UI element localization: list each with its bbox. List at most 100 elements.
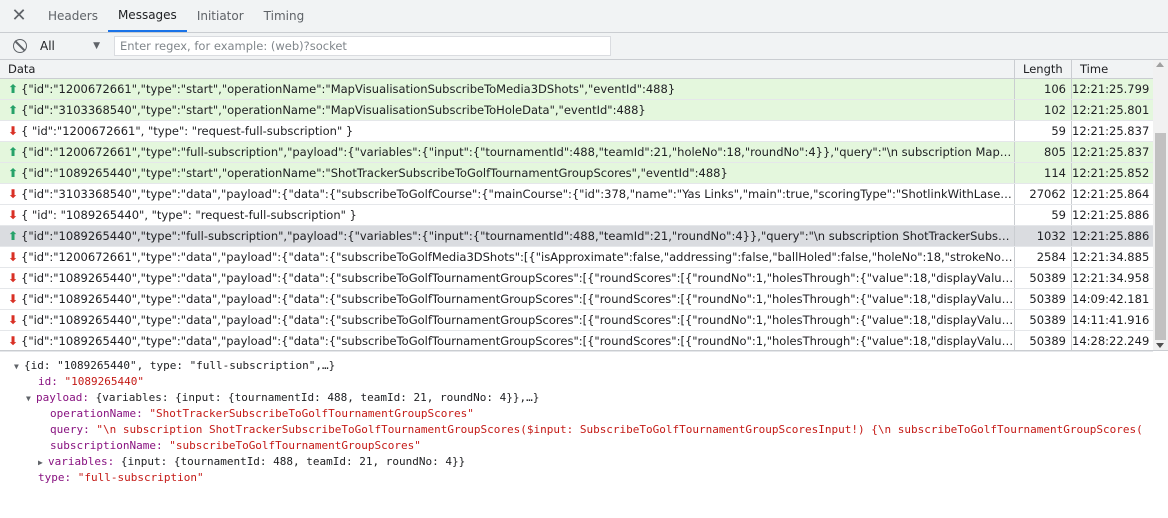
message-length-cell: 2584 [1015, 247, 1072, 267]
message-length-cell: 50389 [1015, 310, 1072, 330]
message-length-cell: 106 [1015, 79, 1072, 99]
collapsed-triangle-icon[interactable]: ▶ [38, 455, 48, 471]
table-row[interactable]: ⬇ {"id":"1089265440","type":"data","paylo… [0, 268, 1153, 289]
table-row[interactable]: ⬇{ "id":"1200672661", "type": "request-f… [0, 121, 1153, 142]
message-text: {"id":"1089265440","type":"data","payloa… [21, 271, 1014, 285]
message-length-cell: 102 [1015, 100, 1072, 120]
detail-query: query: "\n subscription ShotTrackerSubsc… [50, 422, 1168, 438]
subscription-key: subscriptionName: [50, 439, 163, 452]
table-row[interactable]: ⬆ {"id":"1200672661","type":"start","oper… [0, 79, 1153, 100]
messages-table: Data Length Time ⬆ {"id":"1200672661","ty… [0, 60, 1168, 352]
type-key: type: [38, 471, 72, 484]
received-arrow-icon: ⬇ [8, 124, 19, 138]
tab-headers[interactable]: Headers [38, 0, 108, 32]
filter-input[interactable] [114, 36, 611, 56]
variables-summary: {input: {tournamentId: 488, teamId: 21, … [120, 455, 466, 468]
message-time-cell: 14:11:41.916 [1072, 313, 1150, 327]
message-data-cell: ⬇ {"id":"1200672661","type":"data","paylo… [0, 247, 1015, 267]
message-data-cell: ⬇ {"id":"1089265440","type":"data","paylo… [0, 268, 1015, 288]
variables-key: variables: [48, 455, 115, 468]
expanded-triangle-icon[interactable]: ▼ [14, 359, 24, 375]
message-length-cell: 27062 [1015, 184, 1072, 204]
message-length-cell: 114 [1015, 163, 1072, 183]
table-row[interactable]: ⬆ {"id":"1200672661","type":"full-subscri… [0, 142, 1153, 163]
message-detail-pane: ▼ {id: "1089265440", type: "full-subscrip… [0, 352, 1168, 518]
column-header-length[interactable]: Length [1015, 60, 1072, 79]
message-text: {"id":"1200672661","type":"data","payloa… [21, 250, 1014, 264]
message-time-cell: 12:21:25.852 [1072, 166, 1150, 180]
received-arrow-icon: ⬇ [8, 334, 19, 348]
received-arrow-icon: ⬇ [8, 250, 19, 264]
id-key: id: [38, 375, 58, 388]
table-row[interactable]: ⬆ {"id":"1089265440","type":"full-subscri… [0, 226, 1153, 247]
tab-bar: ✕ Headers Messages Initiator Timing [0, 0, 1168, 33]
message-text: {"id":"3103368540","type":"data","payloa… [21, 187, 1014, 201]
sent-arrow-icon: ⬆ [8, 103, 19, 117]
table-row[interactable]: ⬇ {"id":"1200672661","type":"data","paylo… [0, 247, 1153, 268]
table-row[interactable]: ⬇ {"id":"1089265440","type":"data","paylo… [0, 289, 1153, 310]
message-data-cell: ⬆ {"id":"1089265440","type":"start","oper… [0, 163, 1015, 183]
clear-messages-icon[interactable] [13, 39, 27, 53]
message-length-cell: 59 [1015, 121, 1072, 141]
message-text: {"id":"1089265440","type":"data","payloa… [21, 292, 1014, 306]
received-arrow-icon: ⬇ [8, 208, 19, 222]
message-length-cell: 805 [1015, 142, 1072, 162]
message-type-value: All [40, 39, 55, 53]
detail-variables[interactable]: ▶ variables: {input: {tournamentId: 488, … [38, 454, 465, 470]
table-scrollbar[interactable] [1153, 60, 1168, 350]
message-data-cell: ⬆ {"id":"1089265440","type":"full-subscri… [0, 226, 1015, 246]
table-row[interactable]: ⬇ {"id":"1089265440","type":"data","paylo… [0, 310, 1153, 331]
detail-payload[interactable]: ▼ payload: {variables: {input: {tournamen… [26, 390, 539, 406]
message-data-cell: ⬇ {"id":"1089265440","type":"data","paylo… [0, 331, 1015, 351]
message-time-cell: 12:21:25.864 [1072, 187, 1150, 201]
table-row[interactable]: ⬇ {"id":"1089265440","type":"data","paylo… [0, 331, 1153, 352]
detail-operation-name: operationName: "ShotTrackerSubscribeToGo… [50, 406, 474, 422]
message-time-cell: 14:09:42.181 [1072, 292, 1150, 306]
tab-initiator[interactable]: Initiator [187, 0, 254, 32]
received-arrow-icon: ⬇ [8, 271, 19, 285]
message-text: {"id":"1089265440","type":"full-subscrip… [21, 229, 1014, 243]
column-header-data[interactable]: Data [0, 60, 1015, 79]
message-time-cell: 12:21:34.885 [1072, 250, 1150, 264]
operation-value: "ShotTrackerSubscribeToGolfTournamentGro… [149, 407, 474, 420]
message-time-cell: 14:28:22.249 [1072, 334, 1150, 348]
tab-timing[interactable]: Timing [254, 0, 315, 32]
table-header: Data Length Time [0, 60, 1153, 79]
expanded-triangle-icon[interactable]: ▼ [26, 391, 36, 407]
sent-arrow-icon: ⬆ [8, 82, 19, 96]
message-time-cell: 12:21:25.799 [1072, 82, 1150, 96]
message-data-cell: ⬇ {"id":"3103368540","type":"data","paylo… [0, 184, 1015, 204]
scroll-up-arrow-icon[interactable] [1156, 62, 1164, 67]
sent-arrow-icon: ⬆ [8, 145, 19, 159]
message-data-cell: ⬇ {"id":"1089265440","type":"data","paylo… [0, 289, 1015, 309]
message-text: {"id":"1200672661","type":"full-subscrip… [21, 145, 1014, 159]
message-text: { "id":"1200672661", "type": "request-fu… [21, 124, 354, 138]
message-length-cell: 50389 [1015, 289, 1072, 309]
close-icon[interactable]: ✕ [0, 0, 38, 32]
scrollbar-thumb[interactable] [1155, 133, 1166, 340]
table-row[interactable]: ⬇{ "id": "1089265440", "type": "request-… [0, 205, 1153, 226]
message-text: {"id":"1200672661","type":"start","opera… [21, 82, 676, 96]
table-row[interactable]: ⬇ {"id":"3103368540","type":"data","paylo… [0, 184, 1153, 205]
message-type-select[interactable]: All ▼ [40, 39, 100, 53]
message-data-cell: ⬇ {"id":"1089265440","type":"data","paylo… [0, 310, 1015, 330]
message-length-cell: 59 [1015, 205, 1072, 225]
table-row[interactable]: ⬆ {"id":"1089265440","type":"start","oper… [0, 163, 1153, 184]
message-data-cell: ⬇{ "id":"1200672661", "type": "request-f… [0, 121, 1015, 141]
message-text: { "id": "1089265440", "type": "request-f… [21, 208, 357, 222]
table-row[interactable]: ⬆ {"id":"3103368540","type":"start","oper… [0, 100, 1153, 121]
scroll-down-arrow-icon[interactable] [1156, 343, 1164, 348]
message-time-cell: 12:21:25.886 [1072, 208, 1150, 222]
message-data-cell: ⬇{ "id": "1089265440", "type": "request-… [0, 205, 1015, 225]
detail-root[interactable]: ▼ {id: "1089265440", type: "full-subscrip… [14, 358, 335, 374]
tab-messages[interactable]: Messages [107, 0, 187, 32]
message-length-cell: 1032 [1015, 226, 1072, 246]
detail-id: id: "1089265440" [38, 374, 144, 390]
column-header-time[interactable]: Time [1072, 60, 1153, 79]
message-data-cell: ⬆ {"id":"1200672661","type":"start","oper… [0, 79, 1015, 99]
message-data-cell: ⬆ {"id":"1200672661","type":"full-subscri… [0, 142, 1015, 162]
operation-key: operationName: [50, 407, 143, 420]
root-summary: {id: "1089265440", type: "full-subscript… [24, 359, 336, 372]
message-time-cell: 12:21:25.886 [1072, 229, 1150, 243]
detail-type: type: "full-subscription" [38, 470, 204, 486]
